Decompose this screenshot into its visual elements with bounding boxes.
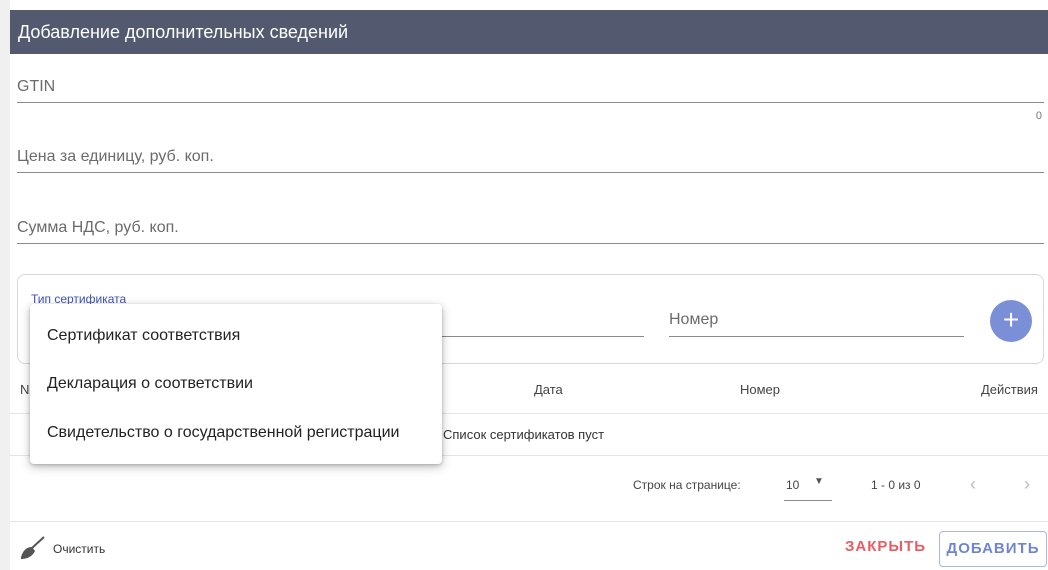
backdrop-edge [0,0,10,570]
column-date[interactable]: Дата [534,382,563,397]
close-button[interactable]: ЗАКРЫТЬ [845,538,926,555]
certificate-type-select[interactable] [430,336,644,337]
price-field[interactable]: Цена за единицу, руб. коп. [17,148,214,166]
chevron-down-icon[interactable]: ▼ [814,476,824,487]
add-button[interactable]: ДОБАВИТЬ [939,531,1047,567]
menu-item-conformity-declaration[interactable]: Декларация о соответствии [47,375,253,393]
certificate-number-underline [669,336,964,337]
prev-page-icon[interactable]: ‹ [970,474,976,495]
gtin-underline [17,102,1044,103]
menu-item-state-registration[interactable]: Свидетельство о государственной регистра… [47,424,399,442]
column-actions: Действия [981,382,1038,397]
certificate-type-dropdown: Сертификат соответствия Декларация о соо… [30,304,442,464]
rows-per-page-label: Строк на странице: [633,478,741,492]
column-n: N [20,382,30,397]
gtin-field[interactable]: GTIN [17,78,55,96]
empty-table-message: Список сертификатов пуст [443,427,605,442]
price-underline [17,172,1044,173]
certificate-number-field[interactable]: Номер [669,311,718,329]
broom-icon[interactable] [18,535,46,561]
vat-underline [17,243,1044,244]
next-page-icon[interactable]: › [1024,474,1030,495]
vat-field[interactable]: Сумма НДС, руб. коп. [17,219,179,237]
menu-item-conformity-certificate[interactable]: Сертификат соответствия [47,327,240,345]
rows-per-page-underline [784,500,832,501]
footer-divider [10,521,1048,522]
pagination-range: 1 - 0 из 0 [871,478,921,492]
rows-per-page-select[interactable]: 10 [786,478,799,492]
add-certificate-button[interactable]: + [990,300,1032,342]
gtin-counter: 0 [1035,110,1042,122]
column-number[interactable]: Номер [740,382,780,397]
clear-button[interactable]: Очистить [53,542,105,556]
dialog: Добавление дополнительных сведений GTIN … [0,0,1048,570]
dialog-title: Добавление дополнительных сведений [10,10,1048,54]
plus-icon: + [1002,304,1020,335]
